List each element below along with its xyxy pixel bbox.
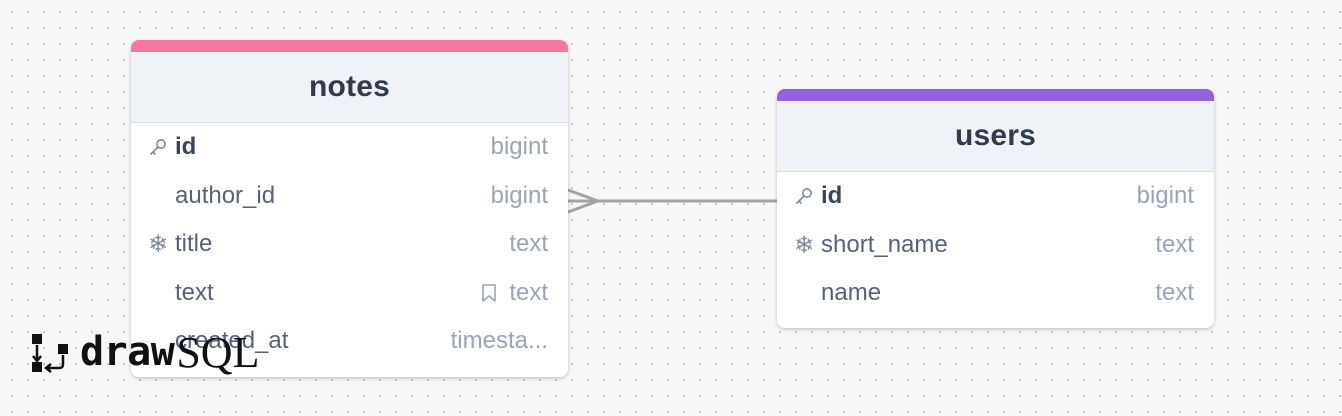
table-accent-stripe bbox=[131, 40, 568, 52]
column-type: text bbox=[1155, 279, 1194, 307]
column-type: text bbox=[509, 230, 548, 258]
table-header[interactable]: users bbox=[777, 101, 1214, 172]
bookmark-icon[interactable] bbox=[481, 283, 497, 303]
table-header[interactable]: notes bbox=[131, 52, 568, 123]
column-type: bigint bbox=[490, 133, 548, 161]
snowflake-icon: ❄ bbox=[147, 230, 169, 259]
column-name: name bbox=[821, 279, 882, 307]
column-name: id bbox=[821, 182, 843, 210]
column-row-id[interactable]: id bigint bbox=[131, 123, 568, 172]
column-type: text bbox=[1155, 230, 1194, 258]
table-accent-stripe bbox=[777, 89, 1214, 101]
logo-text-sql: SQL bbox=[176, 327, 260, 377]
table-title: notes bbox=[308, 70, 390, 103]
column-type: timesta... bbox=[450, 327, 548, 355]
logo-text-draw: draw bbox=[80, 329, 175, 375]
column-name: author_id bbox=[175, 181, 276, 209]
table-columns: id bigint ❄ short_name text name text bbox=[777, 172, 1214, 318]
column-row-id[interactable]: id bigint bbox=[777, 172, 1214, 221]
crows-foot-icon bbox=[567, 188, 600, 214]
column-row-author-id[interactable]: author_id bigint bbox=[131, 172, 568, 221]
column-name: id bbox=[175, 133, 197, 161]
column-type: bigint bbox=[490, 181, 548, 209]
drawsql-logo[interactable]: draw SQL bbox=[30, 327, 260, 377]
column-name: title bbox=[175, 230, 213, 258]
column-name: short_name bbox=[821, 230, 948, 258]
column-row-title[interactable]: ❄ title text bbox=[131, 220, 568, 269]
column-row-text[interactable]: text text bbox=[131, 269, 568, 318]
column-row-short-name[interactable]: ❄ short_name text bbox=[777, 221, 1214, 270]
column-name: text bbox=[175, 278, 214, 306]
column-type: text bbox=[509, 278, 548, 306]
logo-mark-icon bbox=[32, 334, 68, 373]
table-users[interactable]: users id bigint ❄ short_name text name t… bbox=[777, 89, 1214, 328]
table-title: users bbox=[954, 119, 1037, 152]
column-type-wrapper: text bbox=[481, 279, 548, 307]
key-icon bbox=[793, 185, 815, 207]
key-icon bbox=[147, 136, 169, 158]
column-row-name[interactable]: name text bbox=[777, 269, 1214, 318]
column-type: bigint bbox=[1136, 182, 1194, 210]
snowflake-icon: ❄ bbox=[793, 230, 815, 259]
